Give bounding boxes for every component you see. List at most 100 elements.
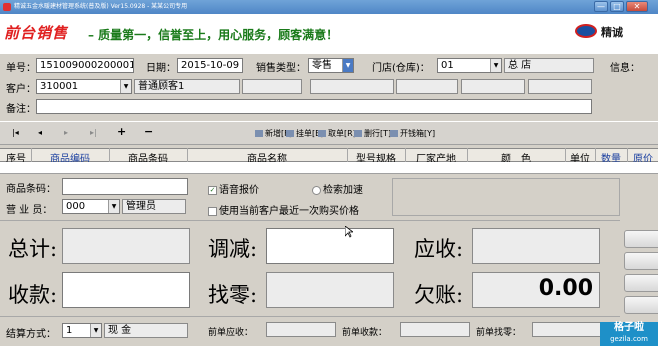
receivable-label: 应收:	[414, 237, 464, 261]
remove-row-button[interactable]: −	[144, 125, 153, 138]
settle-select[interactable]: 1 ▼	[62, 323, 102, 338]
adjust-input[interactable]	[266, 228, 394, 264]
remark-label: 备注：	[6, 104, 36, 115]
delete-row-button[interactable]: 删行[T]	[354, 128, 391, 139]
prev-record-button[interactable]: ◂	[38, 128, 42, 137]
divider	[467, 148, 468, 162]
prev-received-label: 前单收款：	[342, 328, 388, 338]
retrieve-icon	[318, 130, 326, 137]
chevron-down-icon[interactable]: ▼	[90, 324, 101, 337]
settle-name: 现 金	[104, 323, 188, 338]
last-price-checkbox[interactable]: 使用当前客户最近一次购买价格	[208, 202, 359, 217]
info-label: 信息：	[610, 63, 640, 74]
minimize-button[interactable]: —	[594, 1, 608, 12]
total-value-box	[62, 228, 190, 264]
delete-icon	[354, 130, 362, 137]
new-icon	[255, 130, 263, 137]
customer-extra-2	[310, 79, 394, 94]
date-label: 日期：	[146, 63, 176, 74]
chevron-down-icon[interactable]: ▼	[120, 80, 131, 93]
delete-row-label: 删行[T]	[364, 129, 392, 138]
barcode-input[interactable]	[62, 178, 188, 195]
customer-label: 客户：	[6, 84, 36, 95]
add-row-button[interactable]: +	[117, 125, 126, 138]
divider	[405, 148, 406, 162]
receivable-value-box	[472, 228, 600, 264]
change-label: 找零:	[208, 283, 258, 307]
customer-name: 普通顾客1	[134, 79, 240, 94]
order-no-field[interactable]: 151009000200001	[36, 58, 134, 73]
chevron-down-icon[interactable]: ▼	[490, 59, 501, 72]
cash-drawer-icon	[390, 130, 398, 137]
sale-type-label: 销售类型：	[256, 63, 306, 74]
watermark-line2: gezila.com	[610, 335, 648, 343]
speed-search-radio[interactable]: 检索加速	[312, 181, 363, 196]
barcode-label: 商品条码：	[6, 184, 56, 195]
customer-extra-4	[461, 79, 525, 94]
window-titlebar: 精诚五金水暖建材管理系统(普及版) Ver15.0928 - 某某公司专用	[0, 0, 658, 14]
speed-search-label: 检索加速	[323, 185, 363, 196]
salesperson-select[interactable]: 000 ▼	[62, 199, 120, 214]
divider	[109, 148, 110, 162]
hold-icon	[286, 130, 294, 137]
voice-price-checkbox[interactable]: ✓ 语音报价	[208, 181, 259, 196]
total-label: 总计:	[8, 237, 58, 261]
remark-field[interactable]	[36, 99, 592, 114]
app-icon	[3, 3, 11, 11]
side-button-1[interactable]	[624, 230, 658, 248]
logo-text: 精诚	[601, 26, 623, 39]
side-button-4[interactable]	[624, 296, 658, 314]
logo-icon	[575, 24, 597, 38]
divider	[347, 148, 348, 162]
sale-type-select[interactable]: 零售 ▼	[308, 58, 354, 73]
adjust-label: 调减:	[208, 237, 258, 261]
chevron-down-icon[interactable]: ▼	[108, 200, 119, 213]
last-price-label: 使用当前客户最近一次购买价格	[219, 206, 359, 217]
prev-received-value	[400, 322, 470, 337]
owed-label: 欠账:	[414, 283, 464, 307]
settle-label: 结算方式：	[6, 329, 56, 340]
divider	[0, 220, 620, 221]
customer-extra-3	[396, 79, 458, 94]
store-select[interactable]: 01 ▼	[437, 58, 502, 73]
radio-icon	[312, 185, 321, 195]
customer-extra-5	[528, 79, 592, 94]
item-grid-body[interactable]	[0, 162, 658, 174]
window-title: 精诚五金水暖建材管理系统(普及版) Ver15.0928 - 某某公司专用	[14, 3, 188, 10]
maximize-button[interactable]: □	[610, 1, 624, 12]
side-button-3[interactable]	[624, 274, 658, 292]
open-drawer-label: 开钱箱[Y]	[400, 129, 436, 138]
retrieve-button[interactable]: 取单[R]	[318, 128, 356, 139]
item-image-panel	[392, 178, 620, 216]
check-icon: ✓	[208, 185, 217, 195]
date-field[interactable]: 2015-10-09	[177, 58, 243, 73]
change-value-box	[266, 272, 394, 308]
received-input[interactable]	[62, 272, 190, 308]
divider	[627, 148, 628, 162]
divider	[565, 148, 566, 162]
customer-select[interactable]: 310001 ▼	[36, 79, 132, 94]
customer-extra-1	[242, 79, 302, 94]
next-record-button[interactable]: ▸	[64, 128, 68, 137]
first-record-button[interactable]: |◂	[12, 128, 19, 137]
store-label: 门店(仓库)：	[372, 63, 430, 74]
divider	[187, 148, 188, 162]
settle-code: 1	[66, 325, 73, 336]
watermark: 格子啦 gezila.com	[600, 322, 658, 346]
prev-receivable-label: 前单应收：	[208, 328, 254, 338]
side-button-2[interactable]	[624, 252, 658, 270]
store-name: 总 店	[504, 58, 594, 73]
checkbox-icon	[208, 206, 217, 216]
order-no-label: 单号：	[6, 63, 36, 74]
open-drawer-button[interactable]: 开钱箱[Y]	[390, 128, 435, 139]
brand-title: 前台销售	[4, 24, 69, 42]
cursor-icon	[345, 226, 353, 238]
salesperson-name: 管理员	[122, 199, 186, 214]
salesperson-code: 000	[66, 201, 86, 212]
chevron-down-icon[interactable]: ▼	[342, 59, 353, 72]
received-label: 收款:	[8, 283, 58, 307]
close-button[interactable]: ✕	[626, 1, 648, 12]
divider	[0, 316, 620, 317]
owed-value: 0.00	[472, 272, 600, 308]
last-record-button[interactable]: ▸|	[90, 128, 97, 137]
